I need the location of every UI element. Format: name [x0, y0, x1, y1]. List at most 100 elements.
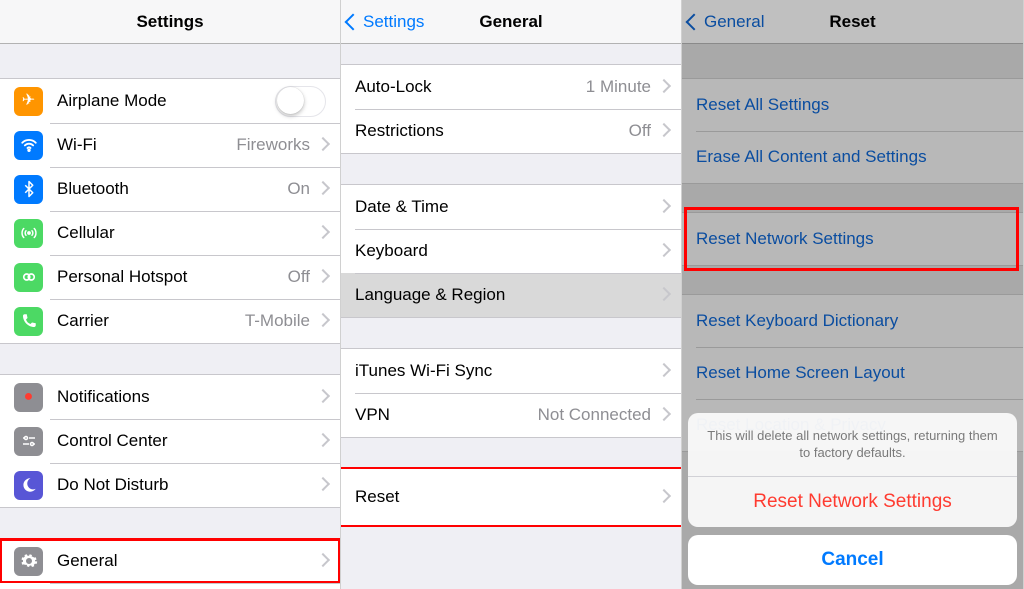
settings-group-general: General AA Display & Brightness [0, 538, 340, 589]
detail: 1 Minute [586, 77, 651, 97]
settings-group-system: ● Notifications Control Center Do Not Di… [0, 374, 340, 508]
cell-restrictions[interactable]: Restrictions Off [341, 109, 681, 153]
cellular-icon [14, 219, 43, 248]
label: General [57, 551, 318, 571]
label: Reset Network Settings [696, 229, 1009, 249]
detail: Off [288, 267, 310, 287]
cell-vpn[interactable]: VPN Not Connected [341, 393, 681, 437]
detail: On [287, 179, 310, 199]
action-sheet-cancel-button[interactable]: Cancel [688, 535, 1017, 585]
general-group-reset: Reset [341, 468, 681, 526]
label: Reset Keyboard Dictionary [696, 311, 1009, 331]
moon-icon [14, 471, 43, 500]
chevron-right-icon [318, 555, 326, 568]
chevron-right-icon [659, 289, 667, 302]
wifi-icon [14, 131, 43, 160]
nav-title: General [479, 12, 542, 32]
label: Airplane Mode [57, 91, 275, 111]
cell-date-time[interactable]: Date & Time [341, 185, 681, 229]
chevron-right-icon [318, 315, 326, 328]
chevron-right-icon [318, 271, 326, 284]
label: Bluetooth [57, 179, 287, 199]
cell-general[interactable]: General [0, 539, 340, 583]
chevron-right-icon [659, 125, 667, 138]
cell-reset-network-settings[interactable]: Reset Network Settings [682, 213, 1023, 265]
label: Notifications [57, 387, 318, 407]
label: Do Not Disturb [57, 475, 318, 495]
label: Carrier [57, 311, 245, 331]
action-sheet-group: This will delete all network settings, r… [688, 413, 1017, 527]
label: Cellular [57, 223, 318, 243]
chevron-right-icon [659, 409, 667, 422]
nav-title: Settings [136, 12, 203, 32]
label: Auto-Lock [355, 77, 586, 97]
reset-panel: General Reset Reset All Settings Erase A… [682, 0, 1024, 589]
cell-keyboard[interactable]: Keyboard [341, 229, 681, 273]
cell-personal-hotspot[interactable]: Personal Hotspot Off [0, 255, 340, 299]
detail: Off [629, 121, 651, 141]
general-content[interactable]: Auto-Lock 1 Minute Restrictions Off Date… [341, 44, 681, 589]
chevron-right-icon [318, 183, 326, 196]
label: VPN [355, 405, 538, 425]
cell-auto-lock[interactable]: Auto-Lock 1 Minute [341, 65, 681, 109]
cell-cellular[interactable]: Cellular [0, 211, 340, 255]
chevron-right-icon [659, 365, 667, 378]
cell-reset-keyboard-dictionary[interactable]: Reset Keyboard Dictionary [682, 295, 1023, 347]
cell-bluetooth[interactable]: Bluetooth On [0, 167, 340, 211]
hotspot-icon [14, 263, 43, 292]
cell-reset-all-settings[interactable]: Reset All Settings [682, 79, 1023, 131]
label: Date & Time [355, 197, 659, 217]
label: Erase All Content and Settings [696, 147, 1009, 167]
cell-do-not-disturb[interactable]: Do Not Disturb [0, 463, 340, 507]
label: Reset [355, 487, 659, 507]
general-group-2: Date & Time Keyboard Language & Region [341, 184, 681, 318]
general-group-3: iTunes Wi-Fi Sync VPN Not Connected [341, 348, 681, 438]
chevron-right-icon [659, 201, 667, 214]
cell-control-center[interactable]: Control Center [0, 419, 340, 463]
chevron-right-icon [318, 479, 326, 492]
chevron-right-icon [318, 227, 326, 240]
cell-notifications[interactable]: ● Notifications [0, 375, 340, 419]
label: Language & Region [355, 285, 659, 305]
general-group-1: Auto-Lock 1 Minute Restrictions Off [341, 64, 681, 154]
airplane-icon: ✈ [14, 87, 43, 116]
detail: Not Connected [538, 405, 651, 425]
chevron-right-icon [659, 491, 667, 504]
cell-itunes-wifi-sync[interactable]: iTunes Wi-Fi Sync [341, 349, 681, 393]
chevron-right-icon [318, 435, 326, 448]
reset-group-2: Reset Network Settings [682, 212, 1023, 266]
navbar-settings: Settings [0, 0, 340, 44]
general-panel: Settings General Auto-Lock 1 Minute Rest… [341, 0, 682, 589]
back-button[interactable]: Settings [347, 12, 424, 32]
chevron-left-icon [688, 12, 700, 32]
cell-carrier[interactable]: Carrier T-Mobile [0, 299, 340, 343]
chevron-right-icon [318, 139, 326, 152]
detail: Fireworks [236, 135, 310, 155]
cell-reset-home-screen[interactable]: Reset Home Screen Layout [682, 347, 1023, 399]
cell-wifi[interactable]: Wi-Fi Fireworks [0, 123, 340, 167]
phone-icon [14, 307, 43, 336]
back-button[interactable]: General [688, 12, 764, 32]
label: Control Center [57, 431, 318, 451]
reset-group-1: Reset All Settings Erase All Content and… [682, 78, 1023, 184]
cell-erase-all-content[interactable]: Erase All Content and Settings [682, 131, 1023, 183]
cell-display-brightness[interactable]: AA Display & Brightness [0, 583, 340, 589]
label: Keyboard [355, 241, 659, 261]
action-sheet-destructive-button[interactable]: Reset Network Settings [688, 476, 1017, 527]
nav-title: Reset [829, 12, 875, 32]
label: Wi-Fi [57, 135, 236, 155]
cell-reset[interactable]: Reset [341, 469, 681, 525]
cell-language-region[interactable]: Language & Region [341, 273, 681, 317]
airplane-switch[interactable] [275, 86, 326, 117]
label: iTunes Wi-Fi Sync [355, 361, 659, 381]
bluetooth-icon [14, 175, 43, 204]
notifications-icon: ● [14, 383, 43, 412]
cell-airplane-mode[interactable]: ✈ Airplane Mode [0, 79, 340, 123]
label: Personal Hotspot [57, 267, 288, 287]
settings-content[interactable]: ✈ Airplane Mode Wi-Fi Fireworks Bluetoot… [0, 44, 340, 589]
settings-panel: Settings ✈ Airplane Mode Wi-Fi Fireworks… [0, 0, 341, 589]
back-label: General [704, 12, 764, 32]
controlcenter-icon [14, 427, 43, 456]
detail: T-Mobile [245, 311, 310, 331]
chevron-right-icon [659, 245, 667, 258]
